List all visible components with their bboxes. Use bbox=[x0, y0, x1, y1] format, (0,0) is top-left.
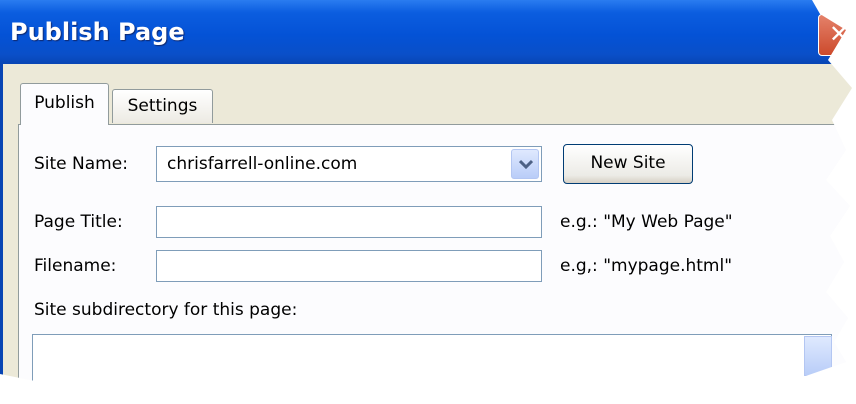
title-bar[interactable]: Publish Page ✕ bbox=[0, 0, 852, 64]
window-title: Publish Page bbox=[10, 18, 185, 46]
new-site-button[interactable]: New Site bbox=[563, 144, 693, 184]
page-title-label: Page Title: bbox=[34, 212, 123, 232]
site-name-value: chrisfarrell-online.com bbox=[167, 154, 358, 174]
site-name-label: Site Name: bbox=[34, 154, 128, 174]
close-icon: ✕ bbox=[828, 20, 850, 48]
subdir-scrollbar[interactable] bbox=[804, 336, 832, 376]
tab-settings[interactable]: Settings bbox=[112, 89, 213, 123]
publish-page-dialog: Publish Page ✕ Publish Settings Site Nam… bbox=[0, 0, 852, 388]
site-name-select[interactable]: chrisfarrell-online.com bbox=[156, 146, 542, 182]
tab-publish[interactable]: Publish bbox=[20, 83, 109, 125]
page-title-hint: e.g.: "My Web Page" bbox=[560, 212, 733, 232]
subdir-label: Site subdirectory for this page: bbox=[34, 300, 298, 320]
filename-input[interactable] bbox=[156, 250, 542, 282]
filename-hint: e.g,: "mypage.html" bbox=[560, 256, 733, 276]
filename-label: Filename: bbox=[34, 256, 117, 276]
close-button[interactable]: ✕ bbox=[818, 14, 852, 56]
dropdown-button[interactable] bbox=[511, 149, 539, 179]
page-title-input[interactable] bbox=[156, 206, 542, 238]
subdir-input[interactable] bbox=[32, 334, 832, 388]
chevron-down-icon bbox=[519, 159, 533, 169]
